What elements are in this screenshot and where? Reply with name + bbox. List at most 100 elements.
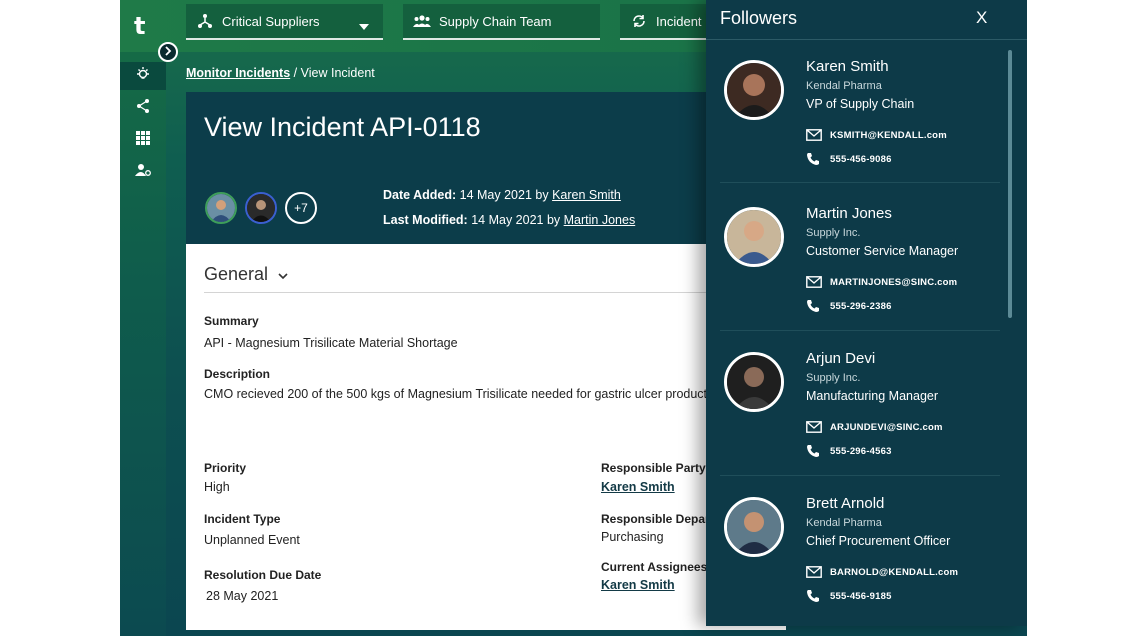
- incident-card: View Incident API-0118 +7 Date Added: 14…: [186, 92, 786, 630]
- last-modified-label: Last Modified:: [383, 213, 468, 227]
- last-modified-by-link[interactable]: Martin Jones: [564, 213, 636, 227]
- close-button[interactable]: X: [976, 8, 987, 28]
- phone-icon: [806, 444, 822, 458]
- date-added-label: Date Added:: [383, 188, 457, 202]
- date-added-value: 14 May 2021 by: [459, 188, 549, 202]
- critical-suppliers-button[interactable]: Critical Suppliers: [186, 4, 383, 40]
- follower-role: Chief Procurement Officer: [806, 534, 951, 548]
- hierarchy-icon: [196, 12, 214, 30]
- follower-phone-text: 555-296-2386: [830, 300, 892, 312]
- sidebar: [120, 52, 166, 636]
- follower-divider: [720, 330, 1000, 331]
- follower-email[interactable]: KSMITH@KENDALL.com: [806, 128, 947, 142]
- mail-icon: [806, 420, 822, 434]
- phone-icon: [806, 152, 822, 166]
- last-modified: Last Modified: 14 May 2021 by Martin Jon…: [383, 213, 635, 227]
- lightbulb-icon: [135, 66, 151, 87]
- summary-label: Summary: [204, 314, 259, 328]
- avatar: [724, 497, 784, 557]
- follower-card: Martin Jones Supply Inc. Customer Servic…: [706, 205, 1027, 353]
- sidebar-item-ideas[interactable]: [120, 62, 166, 90]
- share-icon: [135, 98, 151, 119]
- follower-email-text: BARNOLD@KENDALL.com: [830, 566, 959, 578]
- follower-email[interactable]: MARTINJONES@SINC.com: [806, 275, 957, 289]
- follower-phone[interactable]: 555-296-2386: [806, 299, 892, 313]
- responsible-party-label: Responsible Party: [601, 461, 706, 475]
- supply-chain-team-button[interactable]: Supply Chain Team: [403, 4, 600, 40]
- last-modified-value: 14 May 2021 by: [471, 213, 561, 227]
- follower-company: Kendal Pharma: [806, 517, 882, 529]
- date-added: Date Added: 14 May 2021 by Karen Smith: [383, 188, 621, 202]
- critical-suppliers-label: Critical Suppliers: [222, 13, 320, 29]
- responsible-dept-label: Responsible Depar: [601, 512, 710, 526]
- resolution-due-value: 28 May 2021: [206, 589, 279, 603]
- follower-name: Karen Smith: [806, 58, 889, 75]
- sidebar-item-dashboard[interactable]: [120, 126, 166, 154]
- incident-type-value: Unplanned Event: [204, 533, 300, 547]
- section-divider: [204, 292, 786, 293]
- avatar: [724, 352, 784, 412]
- follower-company: Supply Inc.: [806, 227, 861, 239]
- current-assignees-label: Current Assignees: [601, 560, 708, 574]
- app-window: t Critical Suppliers Supply Chain Team I…: [120, 0, 1027, 636]
- breadcrumb-current: View Incident: [300, 66, 375, 80]
- breadcrumb-monitor-incidents[interactable]: Monitor Incidents: [186, 66, 290, 80]
- follower-phone-text: 555-456-9086: [830, 153, 892, 165]
- follower-avatar[interactable]: [205, 192, 237, 224]
- mail-icon: [806, 128, 822, 142]
- breadcrumb-separator: /: [293, 66, 298, 80]
- follower-email-text: MARTINJONES@SINC.com: [830, 276, 958, 288]
- follower-card: Arjun Devi Supply Inc. Manufacturing Man…: [706, 350, 1027, 498]
- followers-panel: Followers X Karen Smith Kendal Pharma VP…: [706, 0, 1027, 626]
- priority-value: High: [204, 480, 230, 494]
- follower-avatar[interactable]: [245, 192, 277, 224]
- chevron-right-icon: [164, 43, 172, 61]
- avatar: [724, 207, 784, 267]
- expand-sidebar-button[interactable]: [158, 42, 178, 62]
- followers-title: Followers: [720, 8, 798, 28]
- follower-company: Supply Inc.: [806, 372, 861, 384]
- follower-phone[interactable]: 555-456-9185: [806, 589, 892, 603]
- follower-email-text: ARJUNDEVI@SINC.com: [830, 421, 943, 433]
- more-followers-badge[interactable]: +7: [285, 192, 317, 224]
- phone-icon: [806, 589, 822, 603]
- sidebar-item-user-settings[interactable]: [120, 158, 166, 186]
- follower-card: Karen Smith Kendal Pharma VP of Supply C…: [706, 58, 1027, 206]
- responsible-party-link[interactable]: Karen Smith: [601, 480, 675, 494]
- follower-role: Customer Service Manager: [806, 244, 959, 258]
- follower-phone-text: 555-296-4563: [830, 445, 892, 457]
- follower-divider: [720, 475, 1000, 476]
- follower-phone-text: 555-456-9185: [830, 590, 892, 602]
- avatar: [724, 60, 784, 120]
- follower-email[interactable]: ARJUNDEVI@SINC.com: [806, 420, 943, 434]
- app-logo: t: [134, 12, 146, 40]
- follower-name: Arjun Devi: [806, 350, 876, 367]
- mail-icon: [806, 275, 822, 289]
- follower-role: VP of Supply Chain: [806, 97, 915, 111]
- grid-icon: [136, 130, 150, 150]
- phone-icon: [806, 299, 822, 313]
- chevron-down-icon: [278, 264, 288, 285]
- incident-type-label: Incident Type: [204, 512, 281, 526]
- priority-label: Priority: [204, 461, 247, 475]
- general-section-toggle[interactable]: General: [204, 264, 288, 285]
- mail-icon: [806, 565, 822, 579]
- followers-header: Followers X: [706, 0, 1027, 40]
- follower-phone[interactable]: 555-456-9086: [806, 152, 892, 166]
- date-added-by-link[interactable]: Karen Smith: [552, 188, 621, 202]
- description-label: Description: [204, 367, 271, 381]
- responsible-dept-value: Purchasing: [601, 530, 664, 544]
- follower-name: Brett Arnold: [806, 495, 885, 512]
- supply-chain-team-label: Supply Chain Team: [439, 13, 552, 29]
- summary-value: API - Magnesium Trisilicate Material Sho…: [204, 336, 458, 350]
- incident-header: View Incident API-0118 +7 Date Added: 14…: [186, 92, 786, 244]
- page-title: View Incident API-0118: [204, 112, 481, 142]
- group-icon: [413, 12, 431, 30]
- sidebar-item-share[interactable]: [120, 94, 166, 122]
- user-settings-icon: [135, 163, 151, 182]
- current-assignee-link[interactable]: Karen Smith: [601, 578, 675, 592]
- follower-divider: [720, 182, 1000, 183]
- breadcrumb: Monitor Incidents / View Incident: [186, 66, 375, 80]
- follower-phone[interactable]: 555-296-4563: [806, 444, 892, 458]
- follower-email[interactable]: BARNOLD@KENDALL.com: [806, 565, 958, 579]
